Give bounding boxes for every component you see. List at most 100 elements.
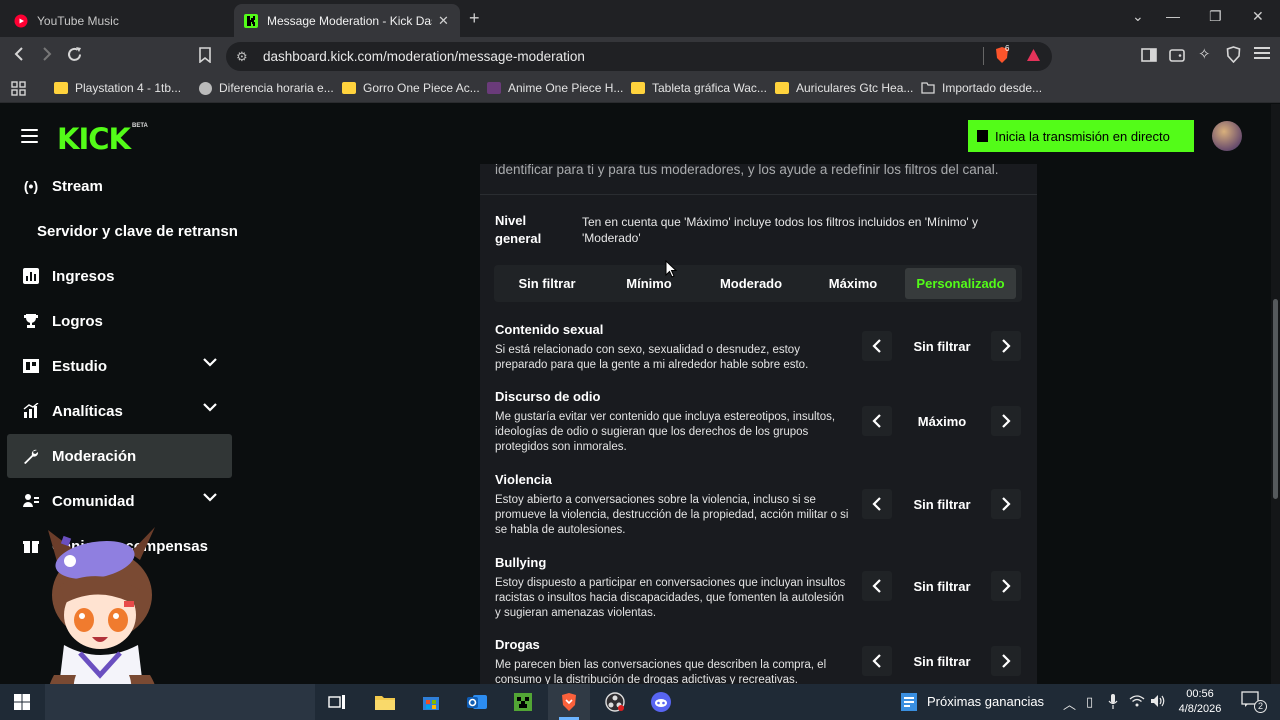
forward-icon[interactable]: [40, 46, 54, 62]
apps-grid-icon[interactable]: [11, 81, 26, 96]
reload-icon[interactable]: [66, 46, 83, 63]
bookmark-label: Diferencia horaria e...: [219, 81, 334, 95]
file-explorer-icon[interactable]: [373, 690, 397, 714]
volume-icon[interactable]: [1150, 694, 1166, 708]
sidebar-item-moderacion[interactable]: Moderación: [7, 434, 232, 478]
bookmark-anime-one-piece[interactable]: Anime One Piece H...: [487, 81, 623, 95]
bookmark-tableta-grafica[interactable]: Tableta gráfica Wac...: [631, 81, 767, 95]
vpn-shield-icon[interactable]: [1226, 46, 1241, 63]
menu-icon[interactable]: [1254, 46, 1270, 60]
bookmark-label: Anime One Piece H...: [508, 81, 624, 95]
taskbar-search-box[interactable]: [45, 684, 315, 720]
rule-prev-button[interactable]: [862, 489, 892, 519]
vtuber-mascot-overlay: [48, 527, 157, 708]
sidebar-item-comunidad[interactable]: Comunidad: [7, 479, 232, 523]
globe-icon: [199, 81, 212, 95]
obs-studio-icon[interactable]: [603, 690, 627, 714]
level-option-sin-filtrar[interactable]: Sin filtrar: [498, 268, 596, 299]
maximize-icon[interactable]: ❐: [1209, 8, 1222, 25]
microphone-icon[interactable]: [1108, 694, 1118, 709]
level-option-personalizado[interactable]: Personalizado: [905, 268, 1016, 299]
tray-widget-label[interactable]: Próximas ganancias: [927, 694, 1044, 709]
tab-title: Message Moderation - Kick Dashboard: [267, 13, 432, 28]
toolbar-divider: [983, 47, 984, 65]
go-live-button[interactable]: Inicia la transmisión en directo: [968, 120, 1194, 152]
sidebar-item-logros[interactable]: Logros: [7, 299, 232, 343]
rule-drogas: Drogas Me parecen bien las conversacione…: [495, 637, 1022, 684]
rule-next-button[interactable]: [991, 489, 1021, 519]
back-icon[interactable]: [12, 46, 26, 62]
hamburger-menu-icon[interactable]: [21, 129, 38, 147]
youtube-music-icon: [14, 14, 28, 27]
device-icon[interactable]: ▯: [1086, 694, 1093, 710]
rule-prev-button[interactable]: [862, 331, 892, 361]
bookmark-auriculares[interactable]: Auriculares Gtc Hea...: [775, 81, 913, 95]
taskbar-clock[interactable]: 00:56 4/8/2026: [1176, 687, 1224, 717]
shields-badge: 6: [1005, 44, 1010, 53]
sidebar-item-analiticas[interactable]: Analíticas: [7, 389, 232, 433]
bookmark-favicon-icon: [487, 82, 501, 94]
close-window-icon[interactable]: ✕: [1252, 8, 1264, 25]
level-option-minimo[interactable]: Mínimo: [600, 268, 698, 299]
sidebar-item-ingresos[interactable]: Ingresos: [7, 254, 232, 298]
rule-next-button[interactable]: [991, 406, 1021, 436]
chevron-down-icon[interactable]: [202, 357, 218, 367]
sidebar-toggle-icon[interactable]: [1141, 47, 1157, 63]
chevron-up-icon[interactable]: ︿: [1063, 694, 1076, 713]
bookmark-icon[interactable]: [199, 47, 211, 63]
minecraft-icon[interactable]: [511, 690, 535, 714]
rule-prev-button[interactable]: [862, 406, 892, 436]
sidebar-item-estudio[interactable]: Estudio: [7, 344, 232, 388]
active-app-highlight: [548, 684, 590, 720]
earnings-widget-icon[interactable]: [897, 690, 921, 714]
bookmark-gorro-one-piece[interactable]: Gorro One Piece Ac...: [342, 81, 480, 95]
rule-next-button[interactable]: [991, 571, 1021, 601]
tab-message-moderation[interactable]: Message Moderation - Kick Dashboard ✕: [234, 4, 460, 37]
user-avatar[interactable]: [1212, 121, 1242, 151]
bookmark-playstation[interactable]: Playstation 4 - 1tb...: [54, 81, 181, 95]
microsoft-store-icon[interactable]: [419, 690, 443, 714]
bar-chart-icon: [23, 268, 39, 284]
analytics-icon: [23, 403, 39, 419]
wallet-icon[interactable]: [1169, 47, 1185, 63]
rule-description: Me parecen bien las conversaciones que d…: [495, 659, 827, 684]
bookmark-diferencia-horaria[interactable]: Diferencia horaria e...: [199, 81, 334, 95]
discord-icon[interactable]: [649, 690, 673, 714]
address-url[interactable]: dashboard.kick.com/moderation/message-mo…: [263, 49, 585, 64]
leo-ai-icon[interactable]: ✧: [1198, 45, 1211, 63]
bookmark-label: Tableta gráfica Wac...: [652, 81, 767, 95]
windows-start-icon[interactable]: [10, 690, 34, 714]
rule-next-button[interactable]: [991, 331, 1021, 361]
outlook-icon[interactable]: [465, 690, 489, 714]
rule-contenido-sexual: Contenido sexual Si está relacionado con…: [495, 322, 1022, 373]
site-settings-icon[interactable]: ⚙: [236, 49, 248, 65]
chevron-down-icon[interactable]: [202, 402, 218, 412]
chevron-down-icon[interactable]: [202, 492, 218, 502]
rule-prev-button[interactable]: [862, 646, 892, 676]
rule-next-button[interactable]: [991, 646, 1021, 676]
trophy-icon: [23, 313, 39, 329]
wifi-icon[interactable]: [1129, 694, 1145, 707]
wrench-icon: [23, 448, 39, 464]
tab-search-chevron-icon[interactable]: ⌄: [1132, 8, 1144, 25]
community-icon: [23, 493, 39, 509]
new-tab-icon[interactable]: +: [469, 8, 480, 29]
tab-youtube-music[interactable]: YouTube Music: [4, 4, 232, 37]
close-tab-icon[interactable]: ✕: [438, 13, 449, 29]
chevron-left-icon: [872, 497, 881, 511]
rule-discurso-de-odio: Discurso de odio Me gustaría evitar ver …: [495, 389, 1022, 455]
minimize-icon[interactable]: —: [1166, 8, 1180, 24]
rule-title: Discurso de odio: [495, 389, 601, 404]
sidebar-item-stream-key[interactable]: Servidor y clave de retransn: [7, 209, 238, 253]
brave-rewards-icon[interactable]: [1026, 48, 1041, 62]
rule-prev-button[interactable]: [862, 571, 892, 601]
level-option-maximo[interactable]: Máximo: [804, 268, 902, 299]
bookmark-label: Playstation 4 - 1tb...: [75, 81, 182, 95]
task-view-icon[interactable]: [325, 690, 349, 714]
bookmark-importado[interactable]: Importado desde...: [921, 81, 1042, 95]
scrollbar-thumb[interactable]: [1273, 299, 1278, 499]
sidebar-item-stream[interactable]: (•) Stream: [7, 164, 232, 208]
bookmark-favicon-icon: [775, 82, 789, 94]
kick-logo[interactable]: KICK: [57, 122, 131, 156]
level-option-moderado[interactable]: Moderado: [702, 268, 800, 299]
